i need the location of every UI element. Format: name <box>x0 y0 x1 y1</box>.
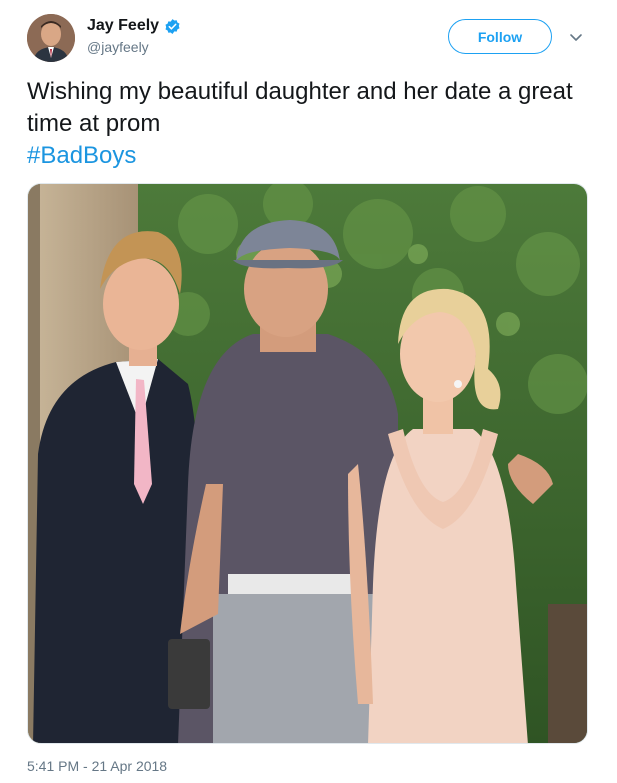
photo-illustration <box>28 184 587 743</box>
author-handle[interactable]: @jayfeely <box>87 39 181 55</box>
follow-button[interactable]: Follow <box>448 19 552 54</box>
tweet-text: Wishing my beautiful daughter and her da… <box>27 76 597 172</box>
tweet-timestamp[interactable]: 5:41 PM - 21 Apr 2018 <box>27 758 167 774</box>
author-name[interactable]: Jay Feely <box>87 17 159 35</box>
tweet-body: Wishing my beautiful daughter and her da… <box>27 78 573 137</box>
author-name-row[interactable]: Jay Feely <box>87 17 181 35</box>
hashtag-link[interactable]: #BadBoys <box>27 140 597 172</box>
tweet-header: Jay Feely @jayfeely Follow <box>27 14 590 62</box>
tweet-photo[interactable] <box>27 183 588 744</box>
author-info: Jay Feely @jayfeely <box>87 17 181 55</box>
avatar-image <box>27 14 75 62</box>
chevron-down-icon[interactable] <box>568 29 584 45</box>
avatar[interactable] <box>27 14 75 62</box>
verified-badge-icon <box>165 18 180 34</box>
